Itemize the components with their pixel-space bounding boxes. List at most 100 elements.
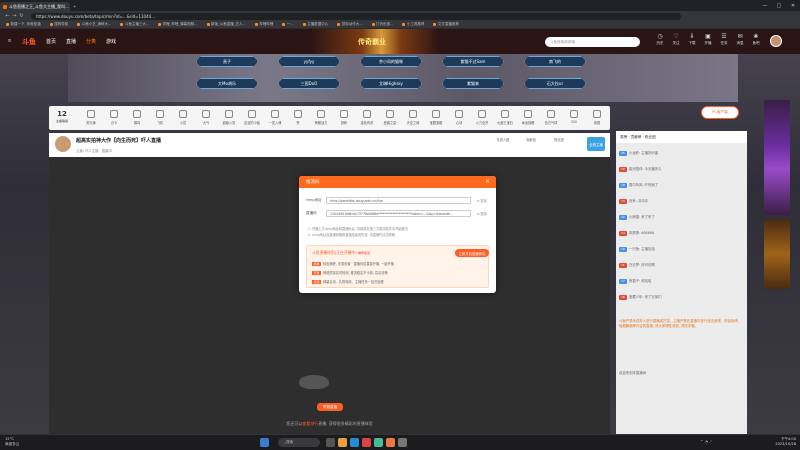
fishbar-button[interactable]: ❀ 鱼吧 [748, 33, 764, 46]
forward-icon[interactable]: → [11, 13, 18, 19]
gift-item[interactable]: 心动 [447, 110, 471, 125]
gift-item[interactable]: 飞机 [148, 110, 172, 125]
bookmark[interactable]: 新建一下, 你就知道 [6, 22, 41, 27]
bookmark[interactable]: 小工具推荐 [402, 22, 424, 27]
hero-tag[interactable]: 责子 [196, 56, 258, 67]
bookmark[interactable]: 哔哩哔哩 [254, 22, 273, 27]
gift-item[interactable]: 办卡 [102, 110, 126, 125]
nav-home[interactable]: 首页 [46, 38, 56, 45]
side-vertical-ad[interactable] [764, 100, 790, 215]
gift-item[interactable]: 荧光棒 [79, 110, 103, 125]
user-avatar[interactable] [770, 35, 782, 47]
nav-category[interactable]: 分类 [86, 38, 96, 45]
douyu-app-icon[interactable] [386, 438, 395, 447]
rtmp-url-field[interactable]: rtmp://sendfdrs.douyucdn.cn/live [326, 197, 471, 204]
edge-icon[interactable] [350, 438, 359, 447]
gift-item[interactable]: 盛典之星 [378, 110, 402, 125]
follow-button[interactable]: ♡ 关注 [668, 33, 684, 46]
bookmark[interactable]: 鼠标动作大... [337, 22, 363, 27]
minimize-icon[interactable]: — [758, 0, 772, 11]
gift-icon [110, 110, 118, 118]
copy-key-button[interactable]: ⧉ 复制 [477, 211, 487, 216]
rank-link[interactable]: 查看排行 [302, 421, 318, 426]
site-logo[interactable]: 斗鱼 [22, 37, 36, 47]
settings-icon[interactable] [398, 438, 407, 447]
open-companion-button[interactable]: 立即开启直播伴侣 [455, 249, 489, 257]
copy-rtmp-button[interactable]: ⧉ 复制 [477, 198, 487, 203]
chrome-icon[interactable] [362, 438, 371, 447]
system-tray[interactable]: ⌃ ◔ ⟋ [700, 439, 712, 444]
gift-item[interactable]: 弱鸡 [125, 110, 149, 125]
bookmark[interactable]: 斗鱼主播三大... [120, 22, 149, 27]
message-button[interactable]: ✉ 消息 [732, 33, 748, 46]
gift-item[interactable]: 金色传说 [355, 110, 379, 125]
pc-client-badge[interactable]: PC客户端 [701, 106, 739, 119]
broadcast-button[interactable]: ▣ 开播 [700, 33, 716, 46]
app-icon[interactable] [374, 438, 383, 447]
hero-tag[interactable]: 三国DoO [278, 78, 340, 89]
weather-widget[interactable]: 15°C 局部多云 [5, 437, 19, 447]
gift-item[interactable]: 天空之城 [401, 110, 425, 125]
close-icon[interactable]: × [485, 178, 490, 185]
bookmark[interactable]: 斗鱼小艺_海峡大... [77, 22, 111, 27]
header-banner-ad[interactable]: 传奇霸业 [310, 29, 440, 54]
close-window-icon[interactable]: ✕ [786, 0, 800, 11]
bookmark[interactable]: 搜狗导航 [49, 22, 68, 27]
gift-item[interactable]: 幸运锦鲤 [516, 110, 540, 125]
bookmark[interactable]: 文字直播推荐 [433, 22, 459, 27]
streamer-avatar[interactable] [55, 136, 71, 152]
nav-live[interactable]: 直播 [66, 38, 76, 45]
hero-tag[interactable]: 石大拉ur [524, 78, 586, 89]
gift-item[interactable]: 一发入魂 [263, 110, 287, 125]
site-search-input[interactable]: 斗鱼搜索新鲜事 [545, 37, 640, 47]
file-explorer-icon[interactable] [338, 438, 347, 447]
back-icon[interactable]: ← [4, 13, 11, 19]
side-vertical-ad-2[interactable] [764, 219, 790, 289]
gift-item[interactable]: 大气 [194, 110, 218, 125]
new-tab-button[interactable]: + [70, 2, 79, 11]
bookmark[interactable]: 主播数据中心 [302, 22, 328, 27]
hero-tag[interactable]: 南飞的 [524, 56, 586, 67]
hero-tag[interactable]: 余小凤的猫咪 [360, 56, 422, 67]
gift-item[interactable]: 赞 [286, 110, 310, 125]
gift-item[interactable]: 荣耀战力 [309, 110, 333, 125]
gift-item[interactable]: 宝藏宝箱 [424, 110, 448, 125]
history-button[interactable]: ◷ 历史 [652, 33, 668, 46]
hero-tag[interactable]: 紫猫不过Sam [442, 56, 504, 67]
task-button[interactable]: ☰ 任务 [716, 33, 732, 46]
gift-icon [294, 110, 302, 118]
gift-item[interactable]: 超级火箭 [217, 110, 241, 125]
download-button[interactable]: ⇩ 下载 [684, 33, 700, 46]
windows-start-icon[interactable] [260, 438, 269, 447]
taskbar-search[interactable]: ⌕ 搜索 [278, 438, 320, 447]
hero-tag[interactable]: 大Mo胡乐 [196, 78, 258, 89]
url-input[interactable]: https://www.douyu.com/beta/topic/min?id=… [31, 12, 681, 20]
bookmark[interactable]: 哔哩_哔哩_弹幕视频... [158, 22, 198, 27]
gift-item[interactable]: 铁粉 [332, 110, 356, 125]
gift-item[interactable]: 鱼翅 [585, 110, 609, 125]
gift-item[interactable]: 火箭 [171, 110, 195, 125]
gift-item[interactable]: 大魔王宝石 [493, 110, 517, 125]
chat-header[interactable]: 周榜 · 贡献榜 · 粉丝团 [616, 131, 747, 143]
chat-message: 13 剑来: 冲冲冲 [619, 199, 649, 204]
browser-tab-active[interactable]: 斗鱼直播之王_斗鱼大主播_我叫... [0, 2, 70, 11]
maximize-icon[interactable]: □ [772, 0, 786, 11]
bookmark[interactable]: 一... [282, 22, 294, 27]
taskbar-clock[interactable]: 下午4:00 2023/10/28 [770, 437, 796, 447]
reload-icon[interactable]: ↻ [18, 13, 25, 19]
task-view-icon[interactable] [326, 438, 335, 447]
gift-item[interactable]: 520 [562, 110, 586, 124]
companion-title: 斗鱼直播伴侣(正在开播中) 推荐使用 [312, 250, 370, 255]
gift-item[interactable]: 告白气球 [539, 110, 563, 125]
gift-item[interactable]: 友谊的小船 [240, 110, 264, 125]
gift-item[interactable]: 火力全开 [470, 110, 494, 125]
hero-tag[interactable]: yyfyy [278, 56, 340, 67]
hero-tag[interactable]: 紫猫来 [442, 78, 504, 89]
stream-key-field[interactable]: 11044941fa8cdc73778a0d8fa***************… [326, 210, 471, 217]
menu-icon[interactable]: ≡ [6, 38, 13, 44]
hero-tag[interactable]: 艾琳Highsky [360, 78, 422, 89]
bookmark[interactable]: 新版_斗鱼直播_艺人... [206, 22, 246, 27]
nav-game[interactable]: 游戏 [106, 38, 116, 45]
report-button[interactable]: 举报直播 [317, 403, 343, 411]
bookmark[interactable]: 打折优惠... [371, 22, 393, 27]
